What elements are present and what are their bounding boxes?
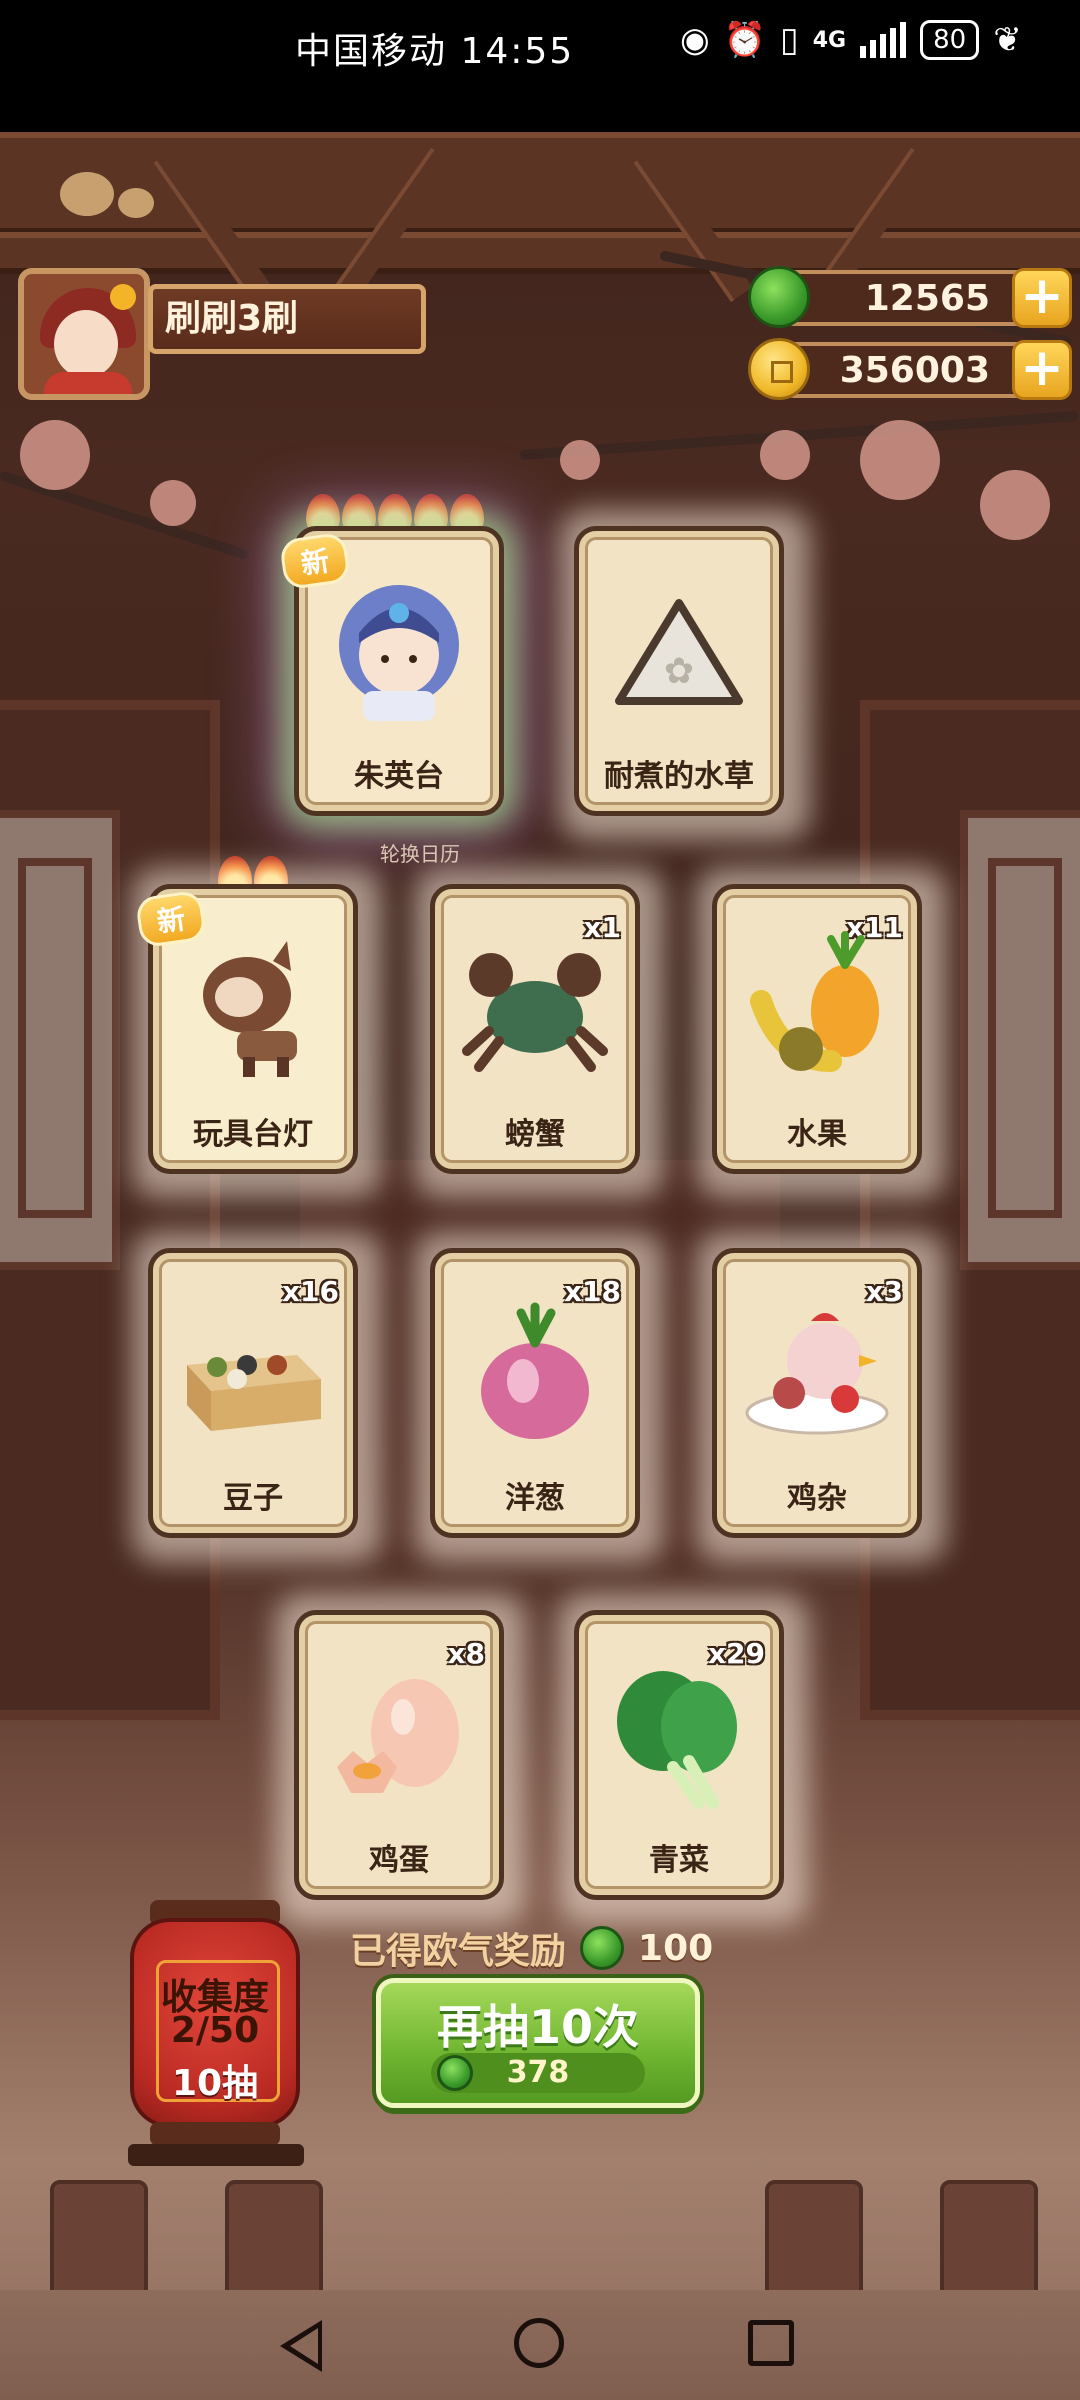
status-carrier-time: 中国移动 14:55 — [295, 22, 574, 74]
draw-cost: 378 — [431, 2053, 645, 2093]
draw-again-button[interactable]: 再抽10次 378 — [376, 1978, 700, 2108]
character-portrait-icon — [339, 585, 459, 721]
card-egg[interactable]: x8 鸡蛋 — [294, 1610, 504, 1900]
player-avatar[interactable] — [18, 268, 150, 400]
right-window-lattice — [960, 810, 1080, 1270]
add-jade-button[interactable]: + — [1012, 268, 1072, 328]
eye-icon: ◉ — [680, 20, 710, 60]
card-onion[interactable]: x18 洋葱 — [430, 1248, 640, 1538]
jade-coin-icon — [437, 2055, 473, 2091]
gold-coin-icon — [748, 338, 810, 400]
blossom — [860, 420, 940, 500]
chick-decoration — [60, 172, 114, 216]
battery-icon: 80 — [920, 20, 980, 60]
collection-progress: 2/50 — [170, 2010, 260, 2051]
clock-text: 14:55 — [460, 31, 575, 72]
signal-icon — [860, 22, 907, 58]
fence-post — [940, 2180, 1038, 2308]
chick-decoration — [118, 188, 154, 218]
card-waterweed[interactable]: ✿ 耐煮的水草 — [574, 526, 784, 816]
gold-currency: 356003 + — [748, 338, 1072, 400]
crab-icon — [462, 953, 608, 1072]
home-icon[interactable] — [514, 2318, 564, 2368]
unknown-item-icon: ✿ — [615, 599, 743, 705]
card-name: 耐煮的水草 — [604, 759, 754, 794]
svg-text:✿: ✿ — [664, 651, 694, 692]
collection-draws: 10抽 — [171, 2063, 259, 2104]
card-name: 洋葱 — [505, 1481, 565, 1516]
battery-level: 80 — [933, 25, 967, 55]
roof-beam-lower — [0, 232, 1080, 274]
fence-post — [50, 2180, 148, 2308]
card-beans[interactable]: x16 豆子 — [148, 1248, 358, 1538]
chicken-giblets-icon — [745, 1313, 889, 1435]
toy-lamp-icon — [203, 941, 297, 1077]
recent-apps-icon[interactable] — [748, 2320, 794, 2366]
card-name: 玩具台灯 — [193, 1117, 313, 1152]
egg-icon — [337, 1679, 459, 1793]
lantern-base — [150, 2122, 280, 2146]
status-icons: ◉ ⏰ ▯ 4G 80 ❦ — [680, 20, 1022, 60]
draw-again-label: 再抽10次 — [436, 2000, 639, 2054]
fence-post — [765, 2180, 863, 2308]
alarm-icon: ⏰ — [723, 20, 767, 60]
system-nav-bar — [0, 2290, 1080, 2400]
add-gold-button[interactable]: + — [1012, 340, 1072, 400]
blossom — [20, 420, 90, 490]
jade-coin-icon — [580, 1926, 625, 1970]
card-name: 鸡杂 — [787, 1481, 847, 1516]
card-name: 青菜 — [649, 1843, 709, 1878]
lantern-stand — [128, 2144, 304, 2166]
fence-post — [225, 2180, 323, 2308]
luck-reward-value: 100 — [638, 1927, 714, 1969]
rotation-calendar-label: 轮换日历 — [380, 842, 460, 866]
blossom — [980, 470, 1050, 540]
fruit-icon — [750, 931, 879, 1072]
card-name: 豆子 — [223, 1481, 283, 1516]
blossom — [150, 480, 196, 526]
gold-amount: 356003 — [839, 350, 990, 391]
card-name: 鸡蛋 — [369, 1843, 429, 1878]
jade-currency: 12565 + — [748, 266, 1072, 328]
luck-reward: 已得欧气奖励 100 — [350, 1922, 713, 1974]
back-icon[interactable] — [280, 2320, 322, 2372]
draw-cost-value: 378 — [506, 2055, 570, 2090]
player-name[interactable]: 刷刷3刷 — [148, 284, 426, 354]
card-name: 水果 — [787, 1117, 847, 1152]
carrier-text: 中国移动 — [295, 31, 448, 72]
card-name: 螃蟹 — [505, 1117, 565, 1152]
blossom — [760, 430, 810, 480]
avatar-badge-icon — [110, 284, 136, 310]
collection-lantern[interactable]: 收集度 2/50 10抽 — [130, 1918, 300, 2128]
blossom — [560, 440, 600, 480]
onion-icon — [481, 1302, 589, 1439]
card-fruit[interactable]: x11 水果 — [712, 884, 922, 1174]
jade-coin-icon — [748, 266, 810, 328]
card-name: 朱英台 — [354, 759, 444, 794]
leaf-icon: ❦ — [993, 20, 1022, 60]
card-crab[interactable]: x1 螃蟹 — [430, 884, 640, 1174]
card-greens[interactable]: x29 青菜 — [574, 1610, 784, 1900]
network-type: 4G — [812, 27, 847, 53]
bok-choy-icon — [617, 1671, 737, 1809]
card-giblets[interactable]: x3 鸡杂 — [712, 1248, 922, 1538]
luck-reward-label: 已得欧气奖励 — [350, 1931, 567, 1972]
status-bar: 中国移动 14:55 ◉ ⏰ ▯ 4G 80 ❦ — [0, 0, 1080, 132]
jade-amount: 12565 — [864, 278, 990, 319]
left-window-lattice — [0, 810, 120, 1270]
beans-box-icon — [187, 1355, 321, 1431]
vibrate-icon: ▯ — [780, 20, 799, 60]
